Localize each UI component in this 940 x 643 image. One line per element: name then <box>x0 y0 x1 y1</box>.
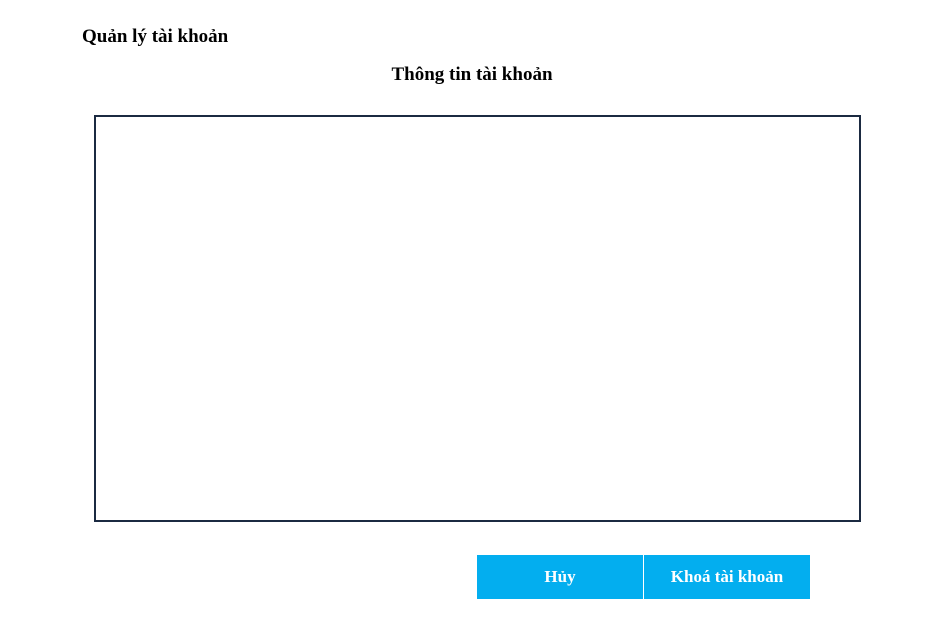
action-bar: Hủy Khoá tài khoản <box>477 555 810 599</box>
page-title: Quản lý tài khoản <box>82 26 229 47</box>
cancel-button[interactable]: Hủy <box>477 555 643 599</box>
lock-account-button[interactable]: Khoá tài khoản <box>644 555 810 599</box>
account-info-title: Thông tin tài khoản <box>391 64 553 85</box>
account-info-panel <box>94 115 861 522</box>
